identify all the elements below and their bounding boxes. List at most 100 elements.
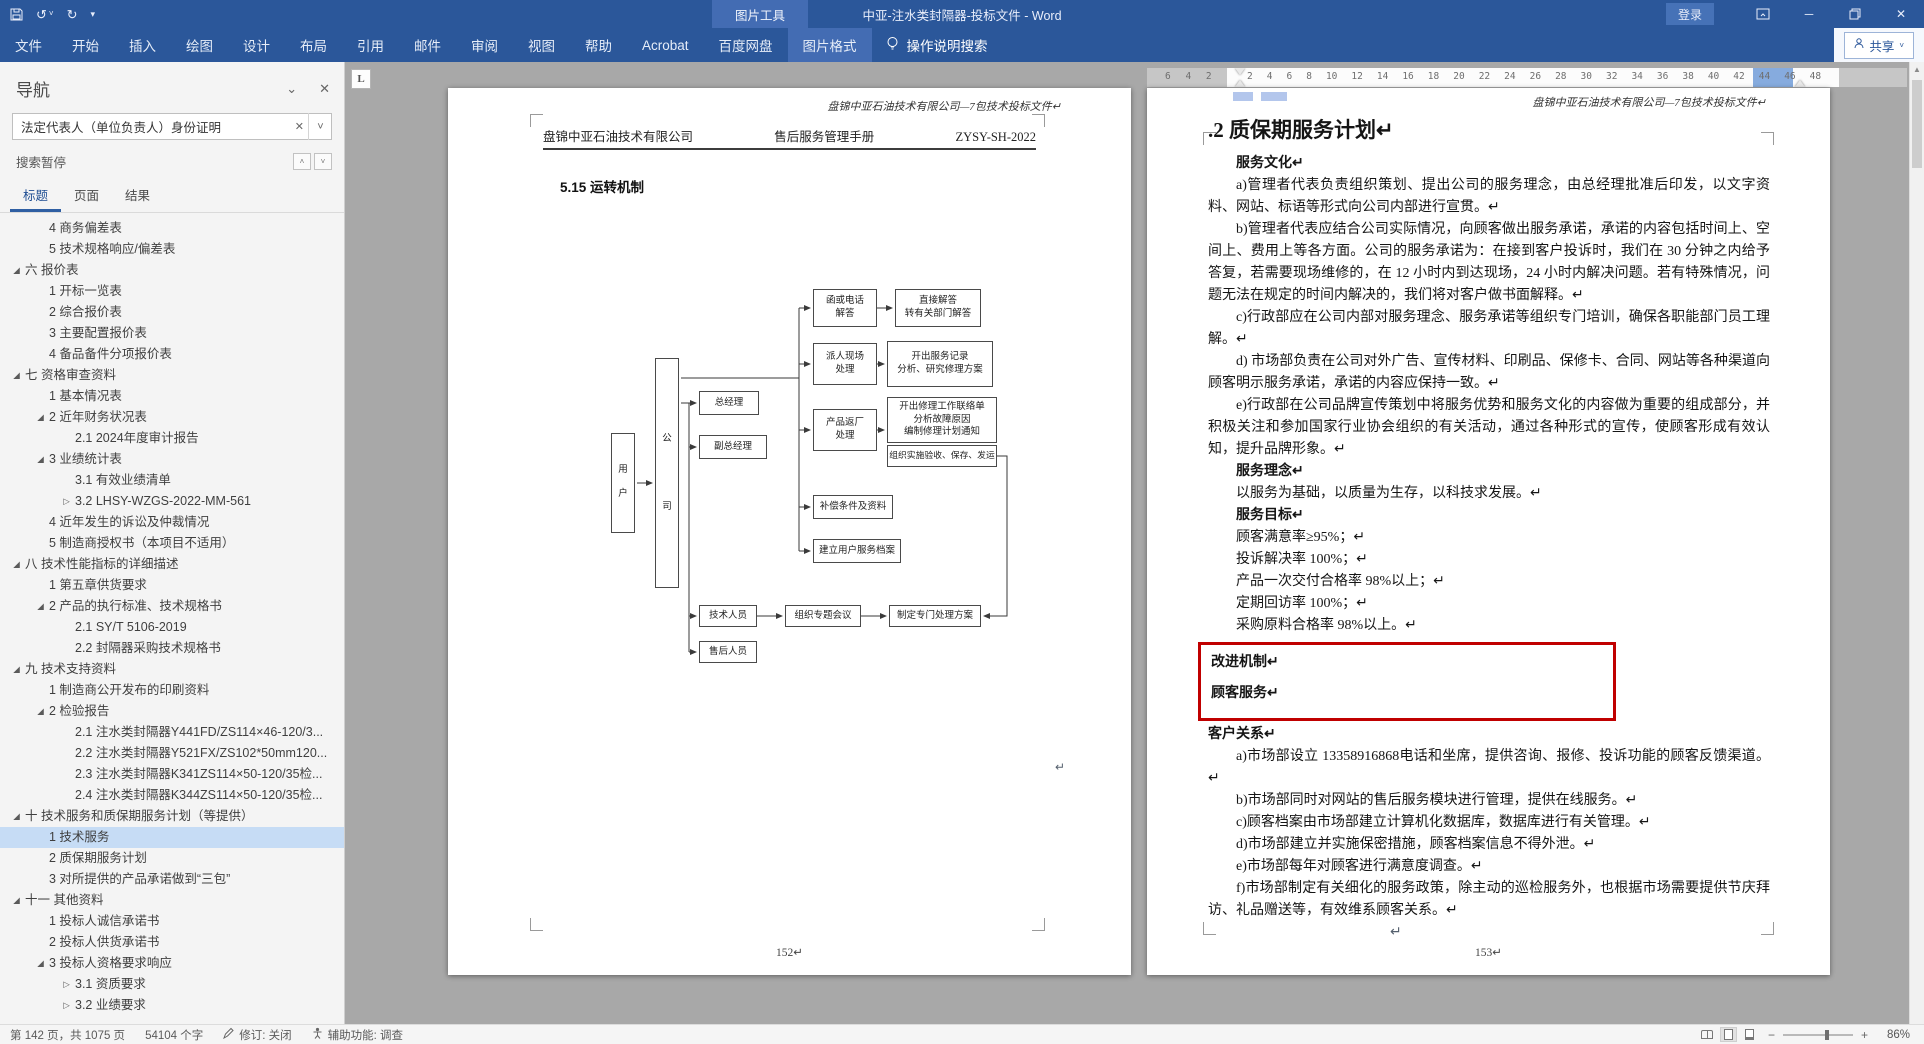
expand-icon[interactable]: ◢ <box>32 596 49 617</box>
nav-item[interactable]: ▷ 3.1 资质要求 <box>0 974 344 995</box>
tab-acrobat[interactable]: Acrobat <box>627 28 704 62</box>
nav-item[interactable]: ◢ 3 业绩统计表 <box>0 449 344 470</box>
nav-tab-headings[interactable]: 标题 <box>10 181 62 212</box>
track-changes-status[interactable]: 修订: 关闭 <box>223 1027 292 1043</box>
nav-item[interactable]: 2.3 注水类封隔器K341ZS114×50-120/35检... <box>0 764 344 785</box>
nav-item[interactable]: 4 商务偏差表 <box>0 218 344 239</box>
nav-item[interactable]: ◢ 八 技术性能指标的详细描述 <box>0 554 344 575</box>
expand-icon[interactable]: ◢ <box>8 890 25 911</box>
nav-tab-results[interactable]: 结果 <box>112 181 163 212</box>
read-mode-icon[interactable] <box>1699 1027 1716 1042</box>
tab-review[interactable]: 审阅 <box>456 28 513 62</box>
nav-item[interactable]: 1 开标一览表 <box>0 281 344 302</box>
nav-item[interactable]: ◢ 十 技术服务和质保期服务计划（等提供） <box>0 806 344 827</box>
zoom-out-icon[interactable]: − <box>1768 1028 1775 1042</box>
nav-item[interactable]: 2 投标人供货承诺书 <box>0 932 344 953</box>
zoom-in-icon[interactable]: + <box>1861 1028 1868 1042</box>
nav-item[interactable]: 5 制造商授权书（本项目不适用） <box>0 533 344 554</box>
tab-design[interactable]: 设计 <box>228 28 285 62</box>
redo-icon[interactable]: ↻ <box>67 8 78 21</box>
first-line-indent-marker[interactable] <box>1235 68 1245 75</box>
share-button[interactable]: 共享 ˅ <box>1844 31 1914 59</box>
nav-item[interactable]: 1 第五章供货要求 <box>0 575 344 596</box>
expand-icon[interactable]: ◢ <box>32 407 49 428</box>
nav-item[interactable]: 3 对所提供的产品承诺做到“三包” <box>0 869 344 890</box>
document-body-text[interactable]: .2 质保期服务计划↵ 服务文化↵ a)管理者代表负责组织策划、提出公司的服务理… <box>1198 115 1770 944</box>
hanging-indent-marker[interactable] <box>1235 80 1245 87</box>
expand-icon[interactable]: ◢ <box>32 953 49 974</box>
tab-file[interactable]: 文件 <box>0 28 57 62</box>
tab-insert[interactable]: 插入 <box>114 28 171 62</box>
nav-item[interactable]: ◢ 六 报价表 <box>0 260 344 281</box>
expand-icon[interactable]: ◢ <box>8 365 25 386</box>
nav-item[interactable]: 3 主要配置报价表 <box>0 323 344 344</box>
nav-item[interactable]: 1 制造商公开发布的印刷资料 <box>0 680 344 701</box>
save-icon[interactable] <box>10 8 23 21</box>
nav-item[interactable]: ◢ 3 投标人资格要求响应 <box>0 953 344 974</box>
nav-item-selected[interactable]: 1 技术服务 <box>0 827 344 848</box>
nav-item[interactable]: ◢ 九 技术支持资料 <box>0 659 344 680</box>
nav-item[interactable]: 1 基本情况表 <box>0 386 344 407</box>
nav-item[interactable]: 2.2 封隔器采购技术规格书 <box>0 638 344 659</box>
nav-tab-pages[interactable]: 页面 <box>61 181 112 212</box>
tab-view[interactable]: 视图 <box>513 28 570 62</box>
zoom-level[interactable]: 86% <box>1878 1029 1910 1041</box>
nav-item[interactable]: 5 技术规格响应/偏差表 <box>0 239 344 260</box>
tab-baidu-netdisk[interactable]: 百度网盘 <box>704 28 788 62</box>
nav-item[interactable]: ◢ 十一 其他资料 <box>0 890 344 911</box>
expand-icon[interactable]: ◢ <box>32 701 49 722</box>
tab-stop-selector[interactable]: L <box>351 69 371 89</box>
nav-item[interactable]: ◢ 2 近年财务状况表 <box>0 407 344 428</box>
nav-item[interactable]: 2.1 SY/T 5106-2019 <box>0 617 344 638</box>
signin-button[interactable]: 登录 <box>1665 3 1714 25</box>
expand-icon[interactable]: ◢ <box>32 449 49 470</box>
scroll-up-icon[interactable]: ▲ <box>1910 65 1924 74</box>
next-result-icon[interactable]: ˅ <box>314 153 332 170</box>
nav-item[interactable]: 2.1 注水类封隔器Y441FD/ZS114×46-120/3... <box>0 722 344 743</box>
expand-icon[interactable]: ▷ <box>58 491 75 512</box>
expand-icon[interactable]: ◢ <box>8 554 25 575</box>
expand-icon[interactable]: ◢ <box>8 806 25 827</box>
zoom-slider[interactable] <box>1782 1029 1853 1040</box>
search-dropdown-icon[interactable]: ˅ <box>308 113 332 140</box>
page-152[interactable]: 盘锦中亚石油技术有限公司—7包技术投标文件↵ 盘锦中亚石油技术有限公司 售后服务… <box>448 88 1131 975</box>
nav-item[interactable]: ▷ 3.2 业绩要求 <box>0 995 344 1016</box>
tab-help[interactable]: 帮助 <box>570 28 627 62</box>
customize-qat-icon[interactable]: ▾ <box>90 9 95 19</box>
tab-picture-format[interactable]: 图片格式 <box>787 28 872 62</box>
minimize-icon[interactable]: ─ <box>1786 0 1832 28</box>
nav-item[interactable]: 2.2 注水类封隔器Y521FX/ZS102*50mm120... <box>0 743 344 764</box>
restore-icon[interactable] <box>1832 0 1878 28</box>
right-indent-marker[interactable] <box>1795 80 1805 87</box>
undo-icon[interactable]: ↺ ˅ <box>36 8 54 21</box>
tab-mailings[interactable]: 邮件 <box>399 28 456 62</box>
nav-item[interactable]: 2 质保期服务计划 <box>0 848 344 869</box>
nav-item[interactable]: 4 近年发生的诉讼及仲裁情况 <box>0 512 344 533</box>
word-count[interactable]: 54104 个字 <box>145 1027 203 1043</box>
expand-icon[interactable]: ▷ <box>58 974 75 995</box>
close-icon[interactable]: ✕ <box>1878 0 1924 28</box>
nav-item[interactable]: 2 综合报价表 <box>0 302 344 323</box>
expand-icon[interactable]: ◢ <box>8 260 25 281</box>
tab-references[interactable]: 引用 <box>342 28 399 62</box>
tab-layout[interactable]: 布局 <box>285 28 342 62</box>
accessibility-status[interactable]: 辅助功能: 调查 <box>312 1027 403 1043</box>
print-layout-icon[interactable] <box>1719 1027 1737 1042</box>
clear-search-icon[interactable]: ✕ <box>295 113 304 140</box>
zoom-slider-thumb[interactable] <box>1824 1029 1829 1040</box>
web-layout-icon[interactable] <box>1741 1027 1758 1042</box>
nav-item[interactable]: ◢ 2 产品的执行标准、技术规格书 <box>0 596 344 617</box>
page-153[interactable]: 盘锦中亚石油技术有限公司—7包技术投标文件↵ .2 质保期服务计划↵ 服务文化↵… <box>1147 88 1830 975</box>
nav-item[interactable]: 4 备品备件分项报价表 <box>0 344 344 365</box>
nav-search-input[interactable] <box>12 113 332 140</box>
scrollbar-thumb[interactable] <box>1912 80 1922 168</box>
nav-item[interactable]: 2.4 注水类封隔器K344ZS114×50-120/35检... <box>0 785 344 806</box>
nav-item[interactable]: 1 投标人诚信承诺书 <box>0 911 344 932</box>
nav-item[interactable]: ▷ 3.2 LHSY-WZGS-2022-MM-561 <box>0 491 344 512</box>
tab-draw[interactable]: 绘图 <box>171 28 228 62</box>
expand-icon[interactable]: ▷ <box>58 995 75 1016</box>
chevron-down-icon[interactable]: ⌄ <box>286 81 297 97</box>
tell-me-search[interactable]: 操作说明搜索 <box>872 28 1002 62</box>
ribbon-display-options-icon[interactable] <box>1740 0 1786 28</box>
expand-icon[interactable]: ◢ <box>8 659 25 680</box>
